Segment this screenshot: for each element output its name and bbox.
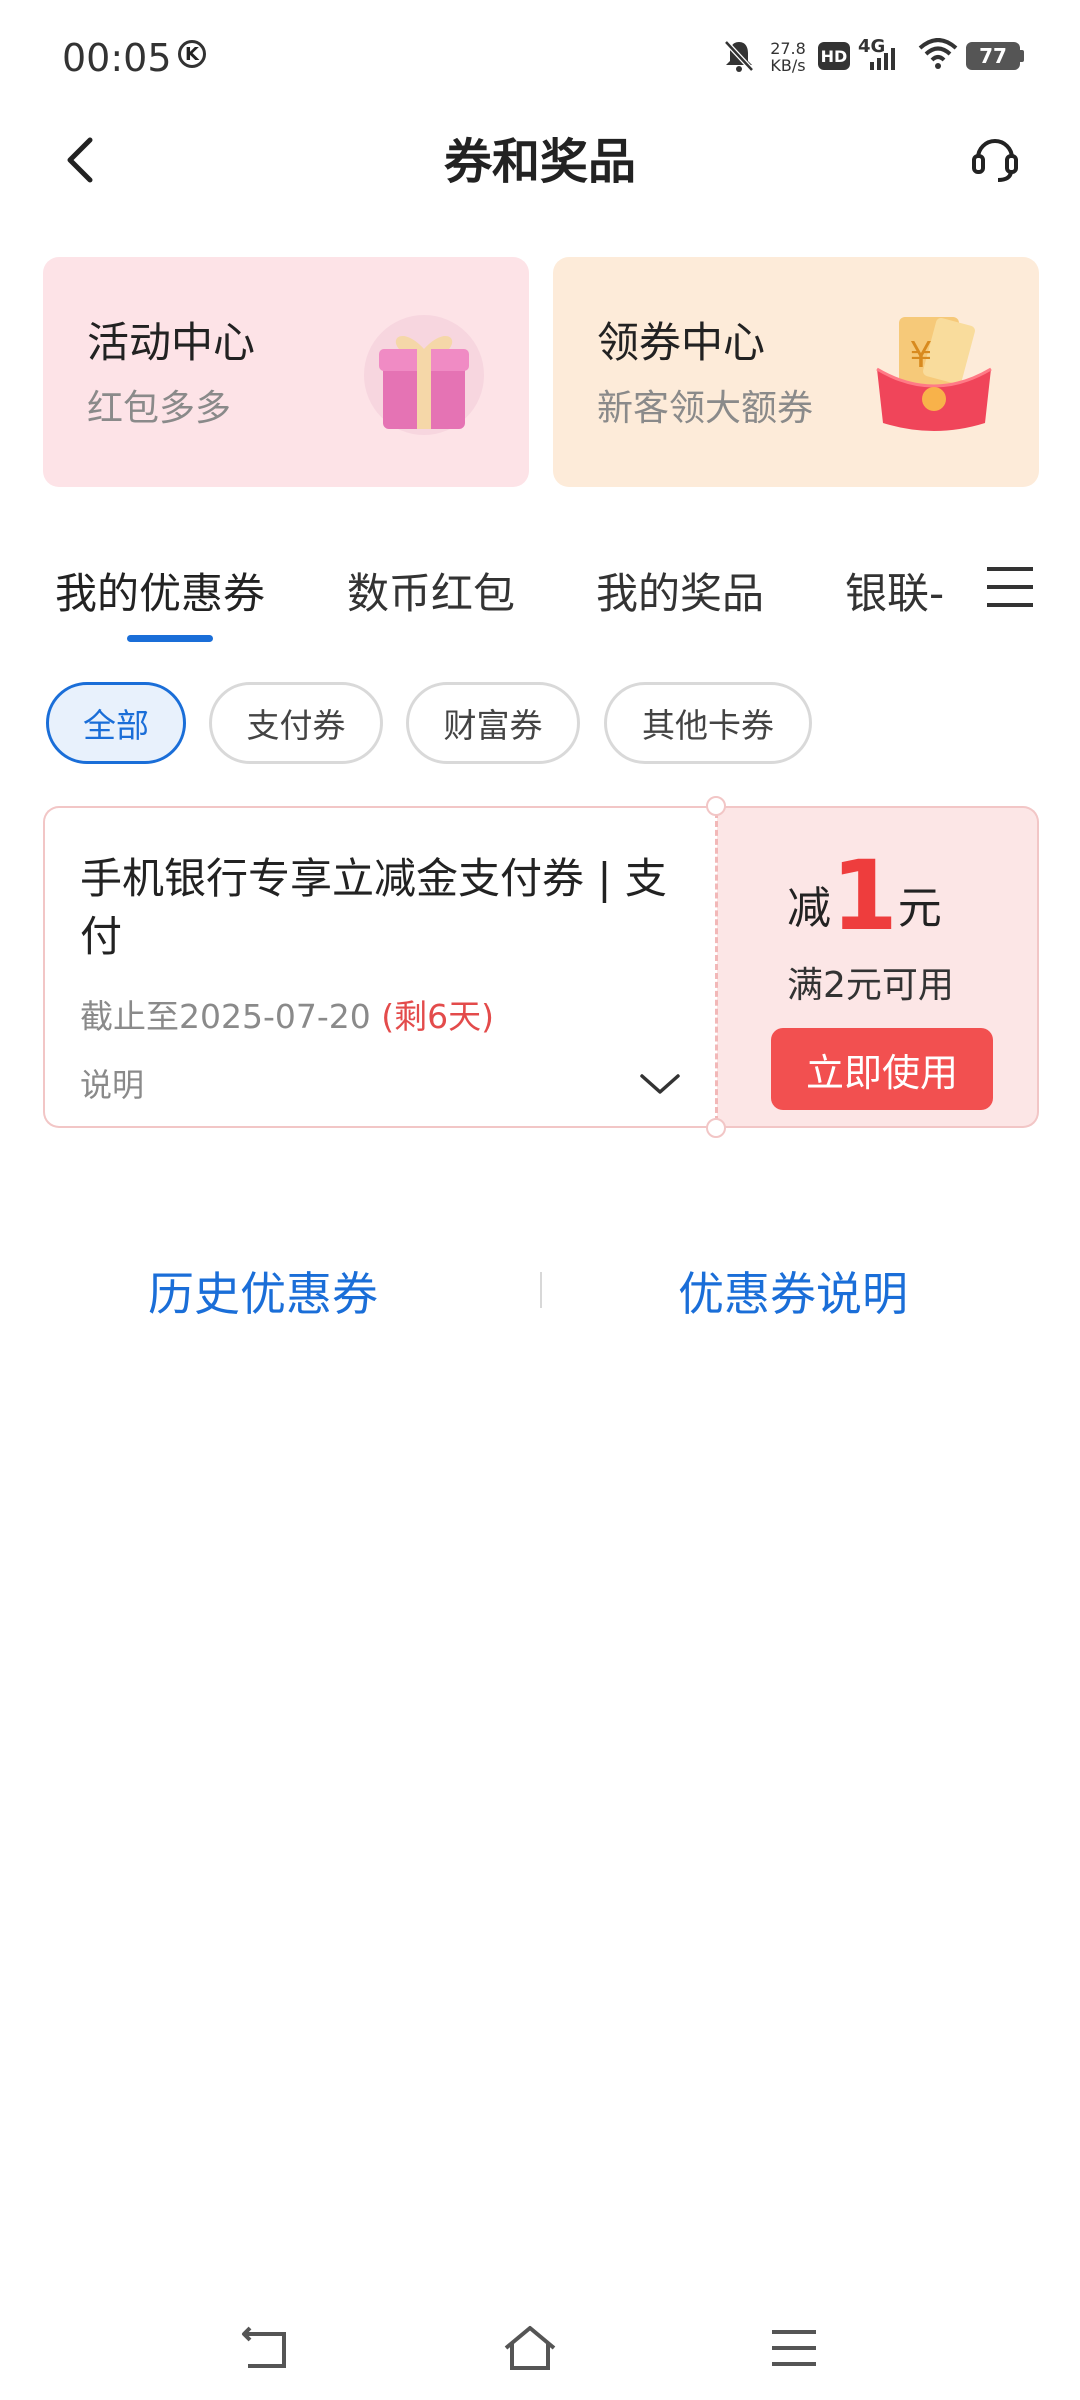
- nav-home-icon[interactable]: [500, 2320, 560, 2376]
- nav-menu-icon[interactable]: [764, 2320, 824, 2376]
- coupon-notch-bottom: [706, 1118, 726, 1138]
- tab-unionpay[interactable]: 银联-: [845, 560, 944, 620]
- activity-center-subtitle: 红包多多: [87, 388, 232, 429]
- chip-payment[interactable]: 支付券: [209, 682, 383, 764]
- coupon-deadline: 截止至2025-07-20: [80, 997, 371, 1036]
- mute-bell-icon: [724, 40, 754, 72]
- customer-service-icon[interactable]: [970, 130, 1020, 186]
- hd-icon: HD: [818, 42, 850, 70]
- coupon-explain-link[interactable]: 优惠券说明: [678, 1258, 908, 1324]
- coupon-amount-value: 1: [831, 840, 898, 952]
- battery-tip: [1020, 50, 1024, 62]
- coupon-amount-prefix: 减: [787, 883, 831, 934]
- link-divider: [540, 1272, 542, 1308]
- status-time: 00:05: [62, 36, 172, 80]
- signal-icon: [870, 48, 895, 70]
- page-title: 券和奖品: [443, 134, 636, 190]
- net-speed: 27.8 KB/s: [768, 40, 808, 74]
- gift-box-icon: [364, 315, 484, 435]
- tab-bar: 我的优惠券 数币红包 我的奖品 银联-: [0, 540, 975, 620]
- coupon-title: 手机银行专享立减金支付券 | 支付: [80, 854, 667, 961]
- coupon-deadline-row: 截止至2025-07-20 (剩6天): [80, 990, 494, 1038]
- coupon-amount-unit: 元: [897, 883, 942, 934]
- history-coupons-link[interactable]: 历史优惠券: [148, 1258, 378, 1324]
- activity-center-card[interactable]: 活动中心 红包多多: [43, 257, 529, 487]
- activity-center-title: 活动中心: [87, 318, 256, 367]
- status-bar: 00:05 K 27.8 KB/s HD 4G 77: [0, 0, 1080, 110]
- active-tab-indicator: [127, 635, 213, 642]
- battery-icon: 77: [966, 42, 1020, 70]
- net-speed-unit: KB/s: [770, 56, 806, 75]
- coupon-amount: 减1元: [787, 840, 942, 952]
- chevron-down-icon[interactable]: [638, 1070, 682, 1098]
- coupon-condition: 满2元可用: [787, 965, 954, 1006]
- chip-wealth[interactable]: 财富券: [406, 682, 580, 764]
- net-speed-value: 27.8: [770, 39, 806, 58]
- coupon-center-card[interactable]: 领券中心 新客领大额券 ¥: [553, 257, 1039, 487]
- coupon-divider: [715, 812, 718, 1122]
- tab-my-prizes[interactable]: 我的奖品: [596, 560, 764, 620]
- wifi-icon: [918, 38, 958, 69]
- coupon-remaining-days: (剩6天): [381, 997, 495, 1036]
- coupon-center-title: 领券中心: [597, 318, 766, 367]
- coupon-center-subtitle: 新客领大额券: [597, 388, 814, 429]
- red-envelope-icon: ¥: [876, 317, 992, 431]
- coupon-notch-top: [706, 796, 726, 816]
- svg-text:¥: ¥: [910, 335, 933, 376]
- use-now-button[interactable]: 立即使用: [771, 1028, 993, 1110]
- nav-back-icon[interactable]: [236, 2320, 296, 2376]
- k-badge-icon: K: [178, 40, 206, 68]
- tab-menu-icon[interactable]: [985, 563, 1035, 611]
- tab-digital-red-packet[interactable]: 数币红包: [347, 560, 515, 620]
- coupon-description-label[interactable]: 说明: [80, 1060, 144, 1106]
- tab-my-coupons[interactable]: 我的优惠券: [55, 560, 265, 620]
- chip-other-cards[interactable]: 其他卡券: [604, 682, 812, 764]
- chip-all[interactable]: 全部: [46, 682, 186, 764]
